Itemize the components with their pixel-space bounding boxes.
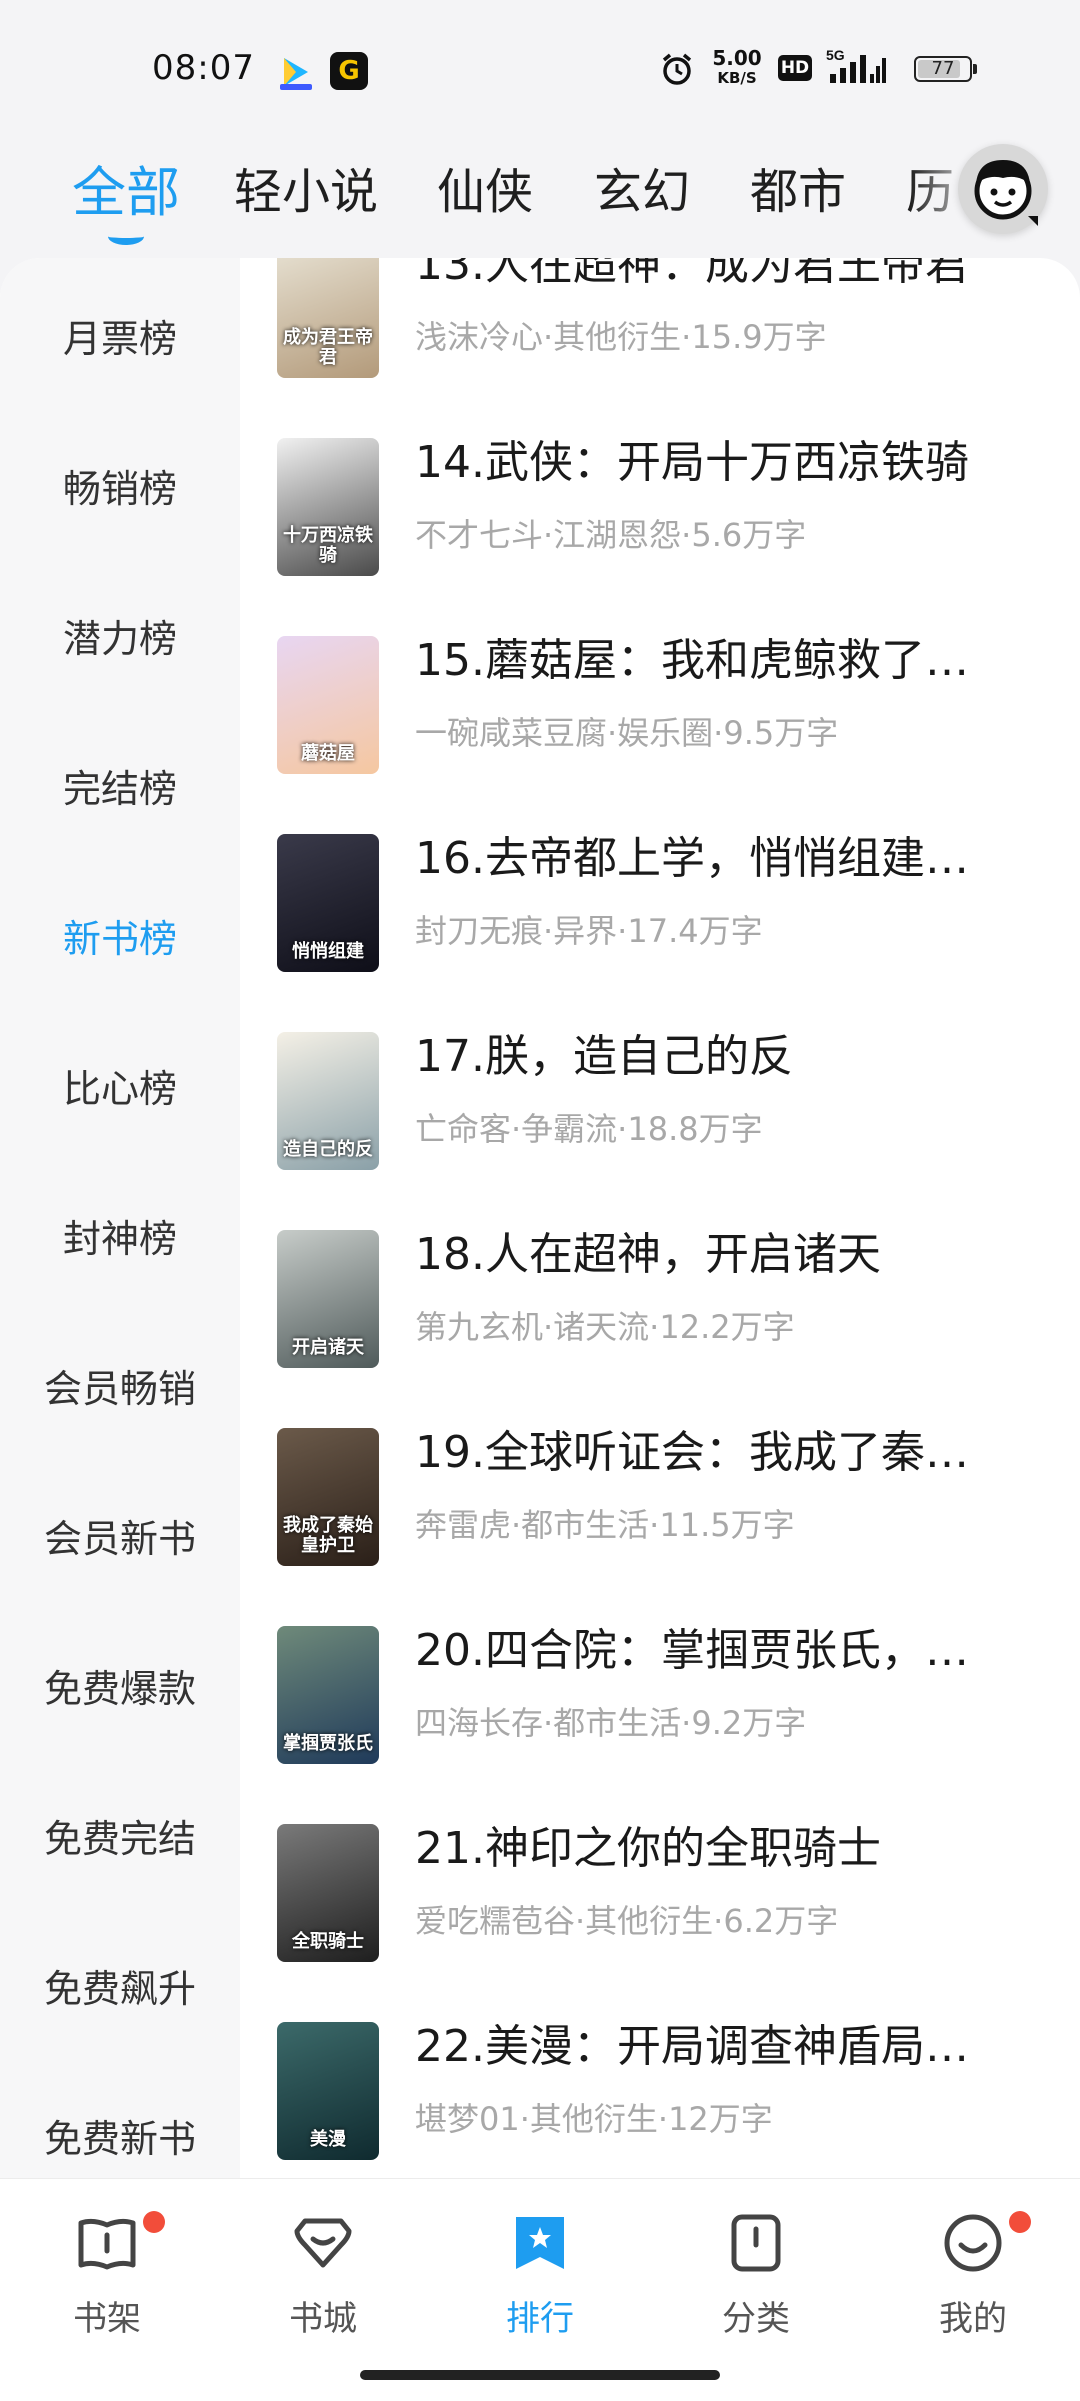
tab-xuanhuan[interactable]: 玄幻 — [594, 152, 690, 222]
sidebar-item-completed[interactable]: 完结榜 — [0, 758, 240, 813]
book-title: 18.人在超神，开启诸天 — [415, 1229, 881, 1280]
tab-urban[interactable]: 都市 — [750, 152, 846, 222]
sidebar-item-monthly-ticket[interactable]: 月票榜 — [0, 308, 240, 363]
book-title: 19.全球听证会：我成了秦… — [415, 1427, 969, 1478]
book-meta: 奔雷虎·都市生活·11.5万字 — [415, 1506, 795, 1544]
signal-5g-icon: 5G — [826, 47, 886, 83]
tab-active-indicator — [108, 228, 144, 245]
book-meta: 一碗咸菜豆腐·娱乐圈·9.5万字 — [415, 714, 839, 752]
list-item[interactable]: 我成了秦始皇护卫 19.全球听证会：我成了秦… 奔雷虎·都市生活·11.5万字 — [240, 1427, 1080, 1626]
notification-app-icon: G — [330, 52, 368, 90]
book-cover: 悄悄组建 — [277, 834, 379, 972]
book-open-icon — [78, 2218, 136, 2270]
list-item[interactable]: 开启诸天 18.人在超神，开启诸天 第九玄机·诸天流·12.2万字 — [240, 1229, 1080, 1428]
book-cover: 全职骑士 — [277, 1824, 379, 1962]
nav-bookstore[interactable]: 书城 — [253, 2199, 393, 2339]
nav-profile[interactable]: 我的 — [903, 2199, 1043, 2339]
hd-badge: HD — [778, 55, 812, 81]
sidebar-item-vip-new[interactable]: 会员新书 — [0, 1508, 240, 1563]
list-item[interactable]: 成为君王帝君 13.人在超神：成为君王帝君 浅沫冷心·其他衍生·15.9万字 — [240, 258, 1080, 438]
nav-bookshelf[interactable]: 书架 — [37, 2199, 177, 2339]
book-title: 13.人在超神：成为君王帝君 — [415, 258, 969, 290]
list-item[interactable]: 十万西凉铁骑 14.武侠：开局十万西凉铁骑 不才七斗·江湖恩怨·5.6万字 — [240, 437, 1080, 636]
net-speed: 5.00 KB/S — [712, 46, 762, 87]
sidebar-item-free-new[interactable]: 免费新书 — [0, 2108, 240, 2163]
sidebar-item-vip-bestseller[interactable]: 会员畅销 — [0, 1358, 240, 1413]
list-item[interactable]: 悄悄组建 16.去帝都上学，悄悄组建… 封刀无痕·异界·17.4万字 — [240, 833, 1080, 1032]
nav-ranking[interactable]: 排行 — [470, 2199, 610, 2339]
sidebar-item-potential[interactable]: 潜力榜 — [0, 608, 240, 663]
tab-all[interactable]: 全部 — [72, 148, 180, 227]
book-cover: 蘑菇屋 — [277, 636, 379, 774]
tab-light-novel[interactable]: 轻小说 — [234, 152, 378, 222]
sidebar-item-bestseller[interactable]: 畅销榜 — [0, 458, 240, 513]
heart-shop-icon — [294, 2218, 352, 2268]
book-cover: 我成了秦始皇护卫 — [277, 1428, 379, 1566]
notification-dot — [143, 2211, 165, 2233]
book-title: 22.美漫：开局调查神盾局… — [415, 2021, 969, 2072]
sidebar-item-free-rising[interactable]: 免费飙升 — [0, 1958, 240, 2013]
status-bar: 08:07 G 5.00 KB/S HD 5G 77 — [0, 0, 1080, 130]
book-meta: 爱吃糯苞谷·其他衍生·6.2万字 — [415, 1902, 839, 1940]
book-meta: 封刀无痕·异界·17.4万字 — [415, 912, 763, 950]
status-time: 08:07 — [152, 48, 255, 88]
bottom-navigation: 书架 书城 排行 分类 我的 — [0, 2178, 1080, 2401]
book-cover: 美漫 — [277, 2022, 379, 2160]
list-item[interactable]: 掌掴贾张氏 20.四合院：掌掴贾张氏，… 四海长存·都市生活·9.2万字 — [240, 1625, 1080, 1824]
sidebar-item-bixin[interactable]: 比心榜 — [0, 1058, 240, 1113]
list-item[interactable]: 美漫 22.美漫：开局调查神盾局… 堪梦01·其他衍生·12万字 — [240, 2021, 1080, 2178]
book-cover: 造自己的反 — [277, 1032, 379, 1170]
sidebar-item-free-completed[interactable]: 免费完结 — [0, 1808, 240, 1863]
home-indicator[interactable] — [360, 2370, 720, 2380]
list-item[interactable]: 全职骑士 21.神印之你的全职骑士 爱吃糯苞谷·其他衍生·6.2万字 — [240, 1823, 1080, 2022]
svg-text:5G: 5G — [826, 47, 845, 63]
alarm-icon — [662, 53, 692, 85]
book-title: 20.四合院：掌掴贾张氏，… — [415, 1625, 969, 1676]
category-icon — [731, 2214, 781, 2272]
book-meta: 第九玄机·诸天流·12.2万字 — [415, 1308, 795, 1346]
profile-smile-icon — [944, 2214, 1002, 2272]
book-meta: 不才七斗·江湖恩怨·5.6万字 — [415, 516, 807, 554]
notification-dot — [1009, 2211, 1031, 2233]
book-list: 成为君王帝君 13.人在超神：成为君王帝君 浅沫冷心·其他衍生·15.9万字 十… — [240, 258, 1080, 2178]
user-avatar-button[interactable] — [958, 144, 1048, 234]
sidebar-item-new-books[interactable]: 新书榜 — [0, 908, 240, 963]
book-title: 21.神印之你的全职骑士 — [415, 1823, 881, 1874]
sidebar-item-fengshen[interactable]: 封神榜 — [0, 1208, 240, 1263]
book-title: 17.朕，造自己的反 — [415, 1031, 793, 1082]
book-title: 14.武侠：开局十万西凉铁骑 — [415, 437, 969, 488]
nav-category[interactable]: 分类 — [686, 2199, 826, 2339]
list-item[interactable]: 蘑菇屋 15.蘑菇屋：我和虎鲸救了… 一碗咸菜豆腐·娱乐圈·9.5万字 — [240, 635, 1080, 834]
book-meta: 堪梦01·其他衍生·12万字 — [415, 2100, 773, 2138]
book-meta: 亡命客·争霸流·18.8万字 — [415, 1110, 763, 1148]
book-title: 15.蘑菇屋：我和虎鲸救了… — [415, 635, 969, 686]
book-cover: 成为君王帝君 — [277, 258, 379, 378]
book-cover: 掌掴贾张氏 — [277, 1626, 379, 1764]
book-meta: 浅沫冷心·其他衍生·15.9万字 — [415, 318, 827, 356]
book-meta: 四海长存·都市生活·9.2万字 — [415, 1704, 807, 1742]
avatar-face-icon — [974, 160, 1038, 226]
ranking-bookmark-icon — [516, 2217, 564, 2269]
sidebar-item-free-hot[interactable]: 免费爆款 — [0, 1658, 240, 1713]
battery-indicator: 77 — [914, 56, 977, 82]
book-cover: 开启诸天 — [277, 1230, 379, 1368]
video-app-icon — [280, 58, 312, 90]
list-item[interactable]: 造自己的反 17.朕，造自己的反 亡命客·争霸流·18.8万字 — [240, 1031, 1080, 1230]
book-cover: 十万西凉铁骑 — [277, 438, 379, 576]
category-tabs: 全部 轻小说 仙侠 玄幻 都市 历 — [0, 140, 1080, 250]
ranking-panel: 月票榜 畅销榜 潜力榜 完结榜 新书榜 比心榜 封神榜 会员畅销 会员新书 免费… — [0, 258, 1080, 2178]
book-title: 16.去帝都上学，悄悄组建… — [415, 833, 969, 884]
tab-xianxia[interactable]: 仙侠 — [437, 152, 533, 222]
ranking-sidebar: 月票榜 畅销榜 潜力榜 完结榜 新书榜 比心榜 封神榜 会员畅销 会员新书 免费… — [0, 258, 240, 2178]
